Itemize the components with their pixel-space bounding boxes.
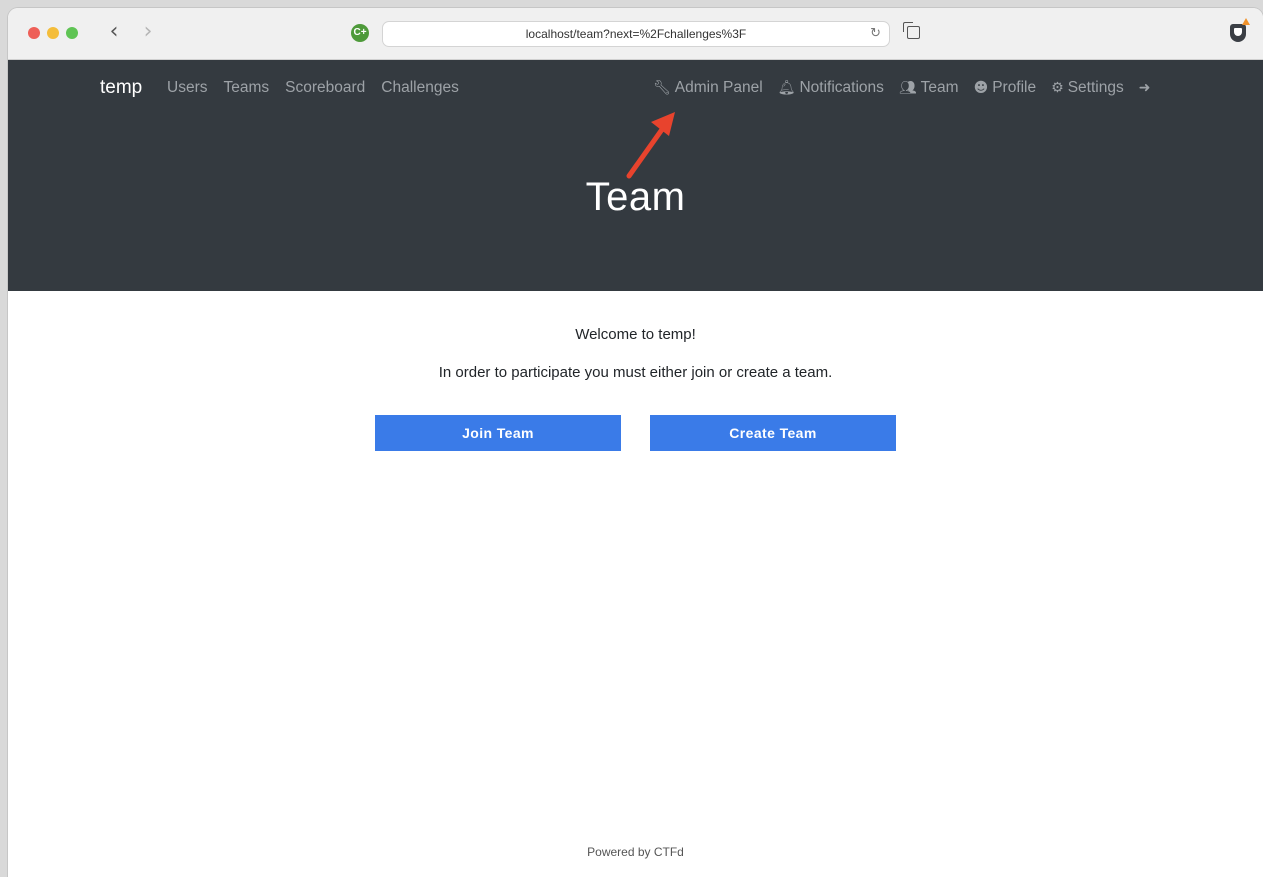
- site-header: temp Users Teams Scoreboard Challenges 🔧…: [8, 60, 1263, 291]
- cogs-icon: ⚙: [1051, 80, 1064, 96]
- nav-scoreboard[interactable]: Scoreboard: [285, 79, 365, 97]
- nav-users[interactable]: Users: [167, 79, 207, 97]
- nav-profile[interactable]: ☻ Profile: [974, 79, 1037, 97]
- instruction-text: In order to participate you must either …: [438, 364, 833, 381]
- minimize-window-button[interactable]: [47, 27, 59, 39]
- page-title: Team: [585, 175, 686, 219]
- back-icon[interactable]: ‹: [104, 20, 124, 44]
- secondary-nav: 🔧︎ Admin Panel 🔔︎ Notifications 👥︎ Team …: [653, 79, 1150, 97]
- users-icon: 👥︎: [898, 80, 917, 96]
- browser-toolbar: ‹ › C+ localhost/team?next=%2Fchallenges…: [8, 8, 1263, 60]
- nav-challenges[interactable]: Challenges: [381, 79, 459, 97]
- nav-team[interactable]: 👥︎ Team: [899, 79, 959, 97]
- password-manager-icon[interactable]: [1230, 24, 1246, 42]
- site-brand[interactable]: temp: [100, 77, 142, 99]
- nav-profile-label: Profile: [992, 79, 1037, 96]
- nav-settings[interactable]: ⚙ Settings: [1051, 79, 1124, 97]
- nav-notifications[interactable]: 🔔︎ Notifications: [778, 79, 884, 97]
- maximize-window-button[interactable]: [66, 27, 78, 39]
- join-team-button[interactable]: Join Team: [375, 415, 621, 451]
- warning-badge-icon: [1242, 18, 1250, 25]
- nav-logout[interactable]: ➜: [1139, 79, 1151, 97]
- create-team-button[interactable]: Create Team: [650, 415, 896, 451]
- address-bar[interactable]: localhost/team?next=%2Fchallenges%3F ↻: [382, 21, 890, 47]
- nav-admin-panel[interactable]: 🔧︎ Admin Panel: [653, 79, 763, 97]
- nav-admin-panel-label: Admin Panel: [674, 79, 763, 96]
- nav-notifications-label: Notifications: [799, 79, 884, 96]
- welcome-text: Welcome to temp!: [575, 326, 696, 343]
- bell-icon: 🔔︎: [777, 80, 796, 96]
- url-text: localhost/team?next=%2Fchallenges%3F: [525, 27, 747, 41]
- primary-nav: Users Teams Scoreboard Challenges: [167, 79, 459, 97]
- wrench-icon: 🔧︎: [653, 80, 671, 96]
- nav-team-label: Team: [920, 79, 959, 96]
- user-circle-icon: ☻: [973, 80, 989, 96]
- extension-icon[interactable]: C+: [351, 24, 369, 42]
- browser-window: ‹ › C+ localhost/team?next=%2Fchallenges…: [8, 8, 1263, 877]
- tab-overview-icon[interactable]: [903, 22, 920, 39]
- nav-teams[interactable]: Teams: [223, 79, 269, 97]
- footer-text[interactable]: Powered by CTFd: [8, 845, 1263, 859]
- forward-icon[interactable]: ›: [138, 20, 158, 44]
- nav-settings-label: Settings: [1067, 79, 1124, 96]
- close-window-button[interactable]: [28, 27, 40, 39]
- sign-out-icon: ➜: [1138, 80, 1151, 96]
- reload-icon[interactable]: ↻: [870, 22, 881, 46]
